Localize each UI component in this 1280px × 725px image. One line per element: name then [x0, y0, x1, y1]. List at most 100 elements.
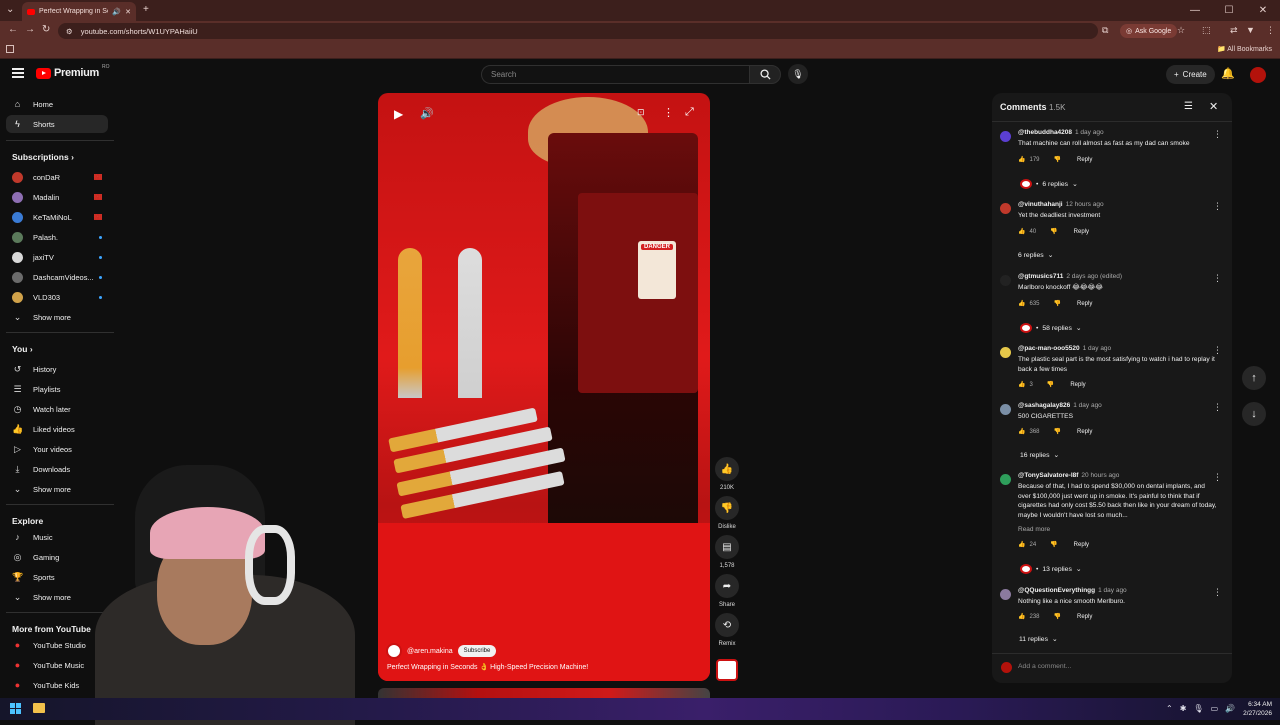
- bluetooth-icon[interactable]: ✱: [1180, 704, 1187, 713]
- comment-avatar[interactable]: [1000, 347, 1011, 358]
- sidebar-item-history[interactable]: ↺ History: [6, 360, 108, 378]
- like-button[interactable]: 👍: [715, 457, 739, 481]
- minimize-icon[interactable]: —: [1178, 0, 1212, 21]
- sidebar-item-sports[interactable]: 🏆 Sports: [6, 568, 108, 586]
- like-icon[interactable]: 👍: [1018, 381, 1025, 388]
- reply-button[interactable]: Reply: [1074, 229, 1089, 235]
- file-explorer-icon[interactable]: [33, 703, 45, 713]
- windows-start-icon[interactable]: [10, 703, 21, 714]
- vpn-extension-icon[interactable]: ▼: [1246, 25, 1255, 35]
- sidebar-item-subscription[interactable]: Palash.: [6, 228, 108, 246]
- like-icon[interactable]: 👍: [1018, 541, 1025, 548]
- show-more-subscriptions[interactable]: ⌄ Show more: [6, 308, 108, 326]
- like-icon[interactable]: 👍: [1018, 228, 1025, 235]
- dislike-icon[interactable]: 👎: [1050, 541, 1057, 548]
- site-info-icon[interactable]: ⚙: [66, 27, 73, 36]
- sidebar-item-subscription[interactable]: VLD303: [6, 288, 108, 306]
- like-icon[interactable]: 👍: [1018, 613, 1025, 620]
- channel-name[interactable]: @aren.makina: [407, 648, 453, 655]
- dislike-icon[interactable]: 👎: [1054, 428, 1061, 435]
- reload-icon[interactable]: ↻: [42, 24, 50, 35]
- maximize-icon[interactable]: ☐: [1212, 0, 1246, 21]
- sort-comments-icon[interactable]: ☰: [1184, 101, 1193, 112]
- replies-toggle[interactable]: • 13 replies ⌄: [1020, 564, 1082, 574]
- network-icon[interactable]: ▭: [1211, 704, 1219, 713]
- sidebar-item-liked-videos[interactable]: 👍 Liked videos: [6, 420, 108, 438]
- sidebar-item-subscription[interactable]: Madalin ((•)): [6, 188, 108, 206]
- play-icon[interactable]: ▶: [394, 107, 403, 121]
- replies-toggle[interactable]: • 6 replies ⌄: [1020, 179, 1078, 189]
- all-bookmarks[interactable]: 📁 All Bookmarks: [1217, 45, 1272, 53]
- sidebar-item-subscription[interactable]: DashcamVideos...: [6, 268, 108, 286]
- notifications-bell-icon[interactable]: 🔔: [1221, 67, 1235, 80]
- previous-short-button[interactable]: ↑: [1242, 366, 1266, 390]
- captions-icon[interactable]: ⊡: [637, 107, 645, 118]
- comment-avatar[interactable]: [1000, 131, 1011, 142]
- read-more-link[interactable]: Read more: [1018, 526, 1050, 533]
- dislike-icon[interactable]: 👎: [1054, 613, 1061, 620]
- comment-avatar[interactable]: [1000, 404, 1011, 415]
- replies-toggle[interactable]: 16 replies ⌄: [1020, 451, 1059, 460]
- speaker-icon[interactable]: 🔊: [1225, 704, 1235, 713]
- replies-toggle[interactable]: • 58 replies ⌄: [1020, 323, 1082, 333]
- sidebar-item-your-videos[interactable]: ▷ Your videos: [6, 440, 108, 458]
- more-options-icon[interactable]: ⋮: [663, 106, 674, 119]
- comment-avatar[interactable]: [1000, 474, 1011, 485]
- comment-author[interactable]: @pac-man-ooo5520: [1018, 345, 1080, 352]
- window-close-icon[interactable]: ✕: [1246, 0, 1280, 21]
- sidebar-item-shorts[interactable]: ϟ Shorts: [6, 115, 108, 133]
- install-icon[interactable]: ⧉: [1102, 25, 1108, 36]
- create-button[interactable]: + Create: [1166, 65, 1215, 84]
- replies-toggle[interactable]: 6 replies ⌄: [1018, 251, 1053, 260]
- tab-close-icon[interactable]: ✕: [125, 8, 131, 16]
- reply-button[interactable]: Reply: [1077, 301, 1092, 307]
- back-icon[interactable]: ←: [8, 24, 18, 35]
- comment-time[interactable]: 1 day ago: [1073, 402, 1102, 409]
- sidebar-item-subscription[interactable]: jaxiTV: [6, 248, 108, 266]
- like-action[interactable]: 👍 210K: [715, 457, 739, 491]
- volume-icon[interactable]: 🔊: [420, 107, 434, 120]
- search-button[interactable]: [749, 65, 781, 84]
- comment-author[interactable]: @vinuthahanji: [1018, 201, 1063, 208]
- comment-author[interactable]: @TonySalvatore-l8f: [1018, 472, 1078, 479]
- sidebar-item-gaming[interactable]: ◎ Gaming: [6, 548, 108, 566]
- tray-overflow-icon[interactable]: ⌃: [1166, 704, 1173, 713]
- share-button[interactable]: ➦: [715, 574, 739, 598]
- reply-button[interactable]: Reply: [1077, 157, 1092, 163]
- comment-avatar[interactable]: [1000, 275, 1011, 286]
- tab-list-icon[interactable]: ⌄: [6, 3, 14, 17]
- remix-button[interactable]: ⟲: [715, 613, 739, 637]
- you-heading[interactable]: You ›: [12, 344, 33, 354]
- reply-button[interactable]: Reply: [1074, 542, 1089, 548]
- comment-author[interactable]: @sashagalay826: [1018, 402, 1070, 409]
- new-tab-icon[interactable]: +: [143, 3, 149, 17]
- comment-time[interactable]: 1 day ago: [1075, 129, 1104, 136]
- comment-time[interactable]: 20 hours ago: [1081, 472, 1119, 479]
- comment-author[interactable]: @QQuestionEverythingg: [1018, 587, 1095, 594]
- shorts-video-player[interactable]: DANGER ▶ 🔊 ⊡ ⋮ ⤢ @aren.makina Subscribe …: [378, 93, 710, 681]
- dislike-icon[interactable]: 👎: [1050, 228, 1057, 235]
- next-short-button[interactable]: ↓: [1242, 402, 1266, 426]
- comment-author[interactable]: @gtmusics711: [1018, 273, 1063, 280]
- share-action[interactable]: ➦ Share: [715, 574, 739, 608]
- sidebar-item-subscription[interactable]: conDaR ((•)): [6, 168, 108, 186]
- sidebar-item-subscription[interactable]: KeTaMiNoL ((•)): [6, 208, 108, 226]
- sound-source-avatar[interactable]: [716, 659, 738, 681]
- add-comment-input[interactable]: Add a comment...: [1018, 663, 1071, 670]
- forward-icon[interactable]: →: [25, 24, 35, 35]
- dislike-icon[interactable]: 👎: [1054, 156, 1061, 163]
- search-input[interactable]: Search: [481, 65, 749, 84]
- dislike-action[interactable]: 👎 Dislike: [715, 496, 739, 530]
- browser-menu-icon[interactable]: ⋮: [1266, 25, 1275, 36]
- subscriptions-heading[interactable]: Subscriptions ›: [12, 152, 74, 162]
- show-more-explore[interactable]: ⌄ Show more: [6, 588, 108, 606]
- channel-avatar[interactable]: [386, 643, 402, 659]
- comment-time[interactable]: 1 day ago: [1098, 587, 1127, 594]
- reply-button[interactable]: Reply: [1077, 614, 1092, 620]
- voice-search-button[interactable]: 🎙: [788, 64, 808, 84]
- account-avatar[interactable]: [1250, 67, 1266, 83]
- replies-toggle[interactable]: 11 replies ⌄: [1019, 635, 1058, 644]
- address-bar[interactable]: ⚙ youtube.com/shorts/W1UYPAHaiiU: [58, 23, 1098, 39]
- like-icon[interactable]: 👍: [1018, 300, 1025, 307]
- comment-avatar[interactable]: [1000, 203, 1011, 214]
